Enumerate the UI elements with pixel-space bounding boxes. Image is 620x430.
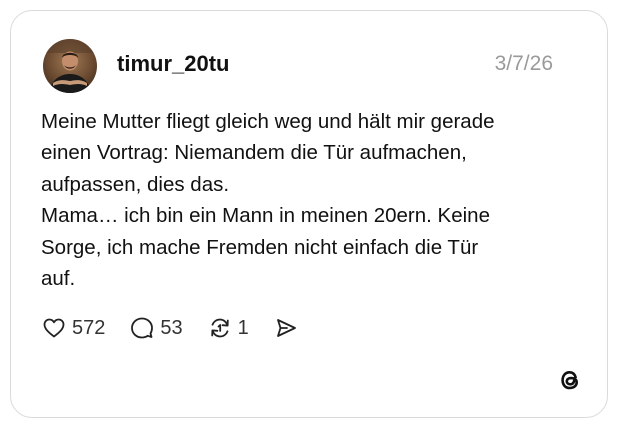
action-bar: 572 53 1: [41, 313, 323, 343]
threads-logo-icon[interactable]: [557, 367, 583, 393]
post-text-line: aufpassen, dies das.: [41, 172, 230, 196]
post-text-line: Meine Mutter fliegt gleich weg und hält …: [41, 110, 495, 133]
heart-icon: [41, 315, 67, 341]
avatar[interactable]: [43, 39, 97, 93]
repost-button[interactable]: 1: [207, 315, 249, 341]
comment-bubble-icon: [129, 315, 155, 341]
comment-count: 53: [160, 317, 183, 339]
send-icon: [273, 315, 299, 341]
post-text: Meine Mutter fliegt gleich weg und hält …: [41, 106, 561, 294]
post-text-line: einen Vortrag: Niemandem die Tür aufmach…: [41, 141, 467, 165]
like-count: 572: [72, 317, 106, 339]
post-text-line: Sorge, ich mache Fremden nicht einfach d…: [41, 235, 479, 259]
avatar-image: [43, 39, 97, 93]
post-card: timur_20tu 3/7/26 Meine Mutter fliegt gl…: [10, 10, 608, 418]
post-date[interactable]: 3/7/26: [495, 51, 553, 77]
post-text-line: Mama… ich bin ein Mann in meinen 20ern. …: [41, 204, 490, 228]
repost-icon: [207, 315, 233, 341]
post-text-line: auf.: [41, 267, 76, 291]
repost-count: 1: [237, 317, 249, 339]
comment-button[interactable]: 53: [129, 315, 183, 341]
like-button[interactable]: 572: [41, 315, 105, 341]
share-button[interactable]: [273, 315, 299, 341]
username[interactable]: timur_20tu: [117, 51, 229, 77]
